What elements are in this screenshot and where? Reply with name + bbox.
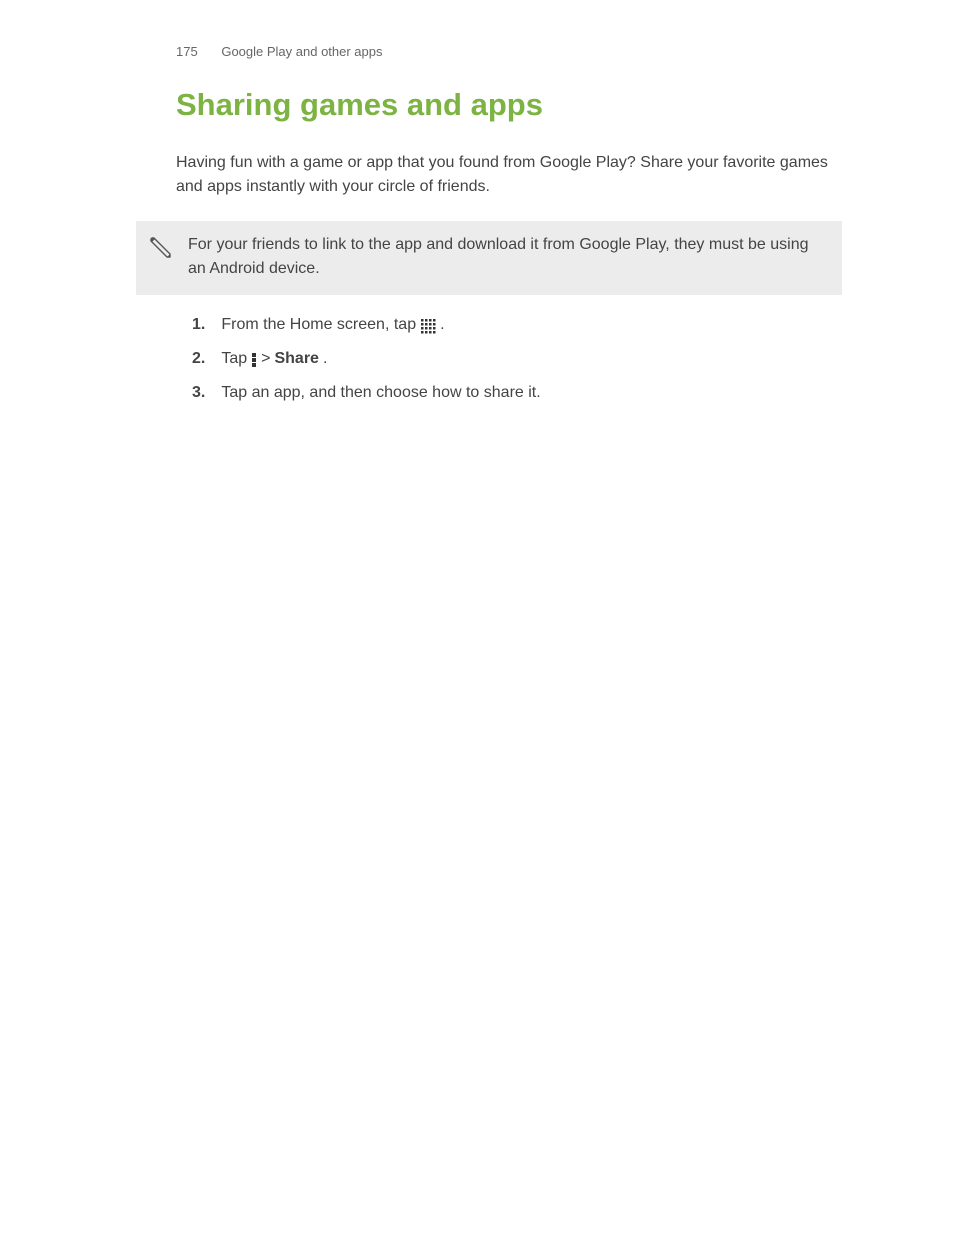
step-item: 2. Tap > Share. (192, 347, 839, 371)
steps-list: 1. From the Home screen, tap (0, 313, 954, 405)
step-text: Tap > Share. (221, 347, 327, 371)
note-text: For your friends to link to the app and … (188, 233, 826, 281)
document-page: 175 Google Play and other apps Sharing g… (0, 0, 954, 405)
step-item: 3. Tap an app, and then choose how to sh… (192, 381, 839, 405)
page-number: 175 (176, 44, 198, 59)
step-item: 1. From the Home screen, tap (192, 313, 839, 337)
step-number: 2. (192, 347, 205, 371)
step-text: Tap an app, and then choose how to share… (221, 381, 540, 405)
page-header: 175 Google Play and other apps (0, 44, 954, 59)
note-callout: For your friends to link to the app and … (136, 221, 842, 295)
pencil-icon (148, 235, 174, 261)
section-name: Google Play and other apps (221, 44, 382, 59)
step-text: From the Home screen, tap (221, 313, 444, 337)
step-number: 3. (192, 381, 205, 405)
share-label: Share (274, 347, 318, 371)
page-title: Sharing games and apps (0, 87, 954, 123)
more-vertical-icon (251, 352, 257, 368)
apps-grid-icon (420, 318, 436, 334)
intro-paragraph: Having fun with a game or app that you f… (0, 151, 954, 199)
step-number: 1. (192, 313, 205, 337)
